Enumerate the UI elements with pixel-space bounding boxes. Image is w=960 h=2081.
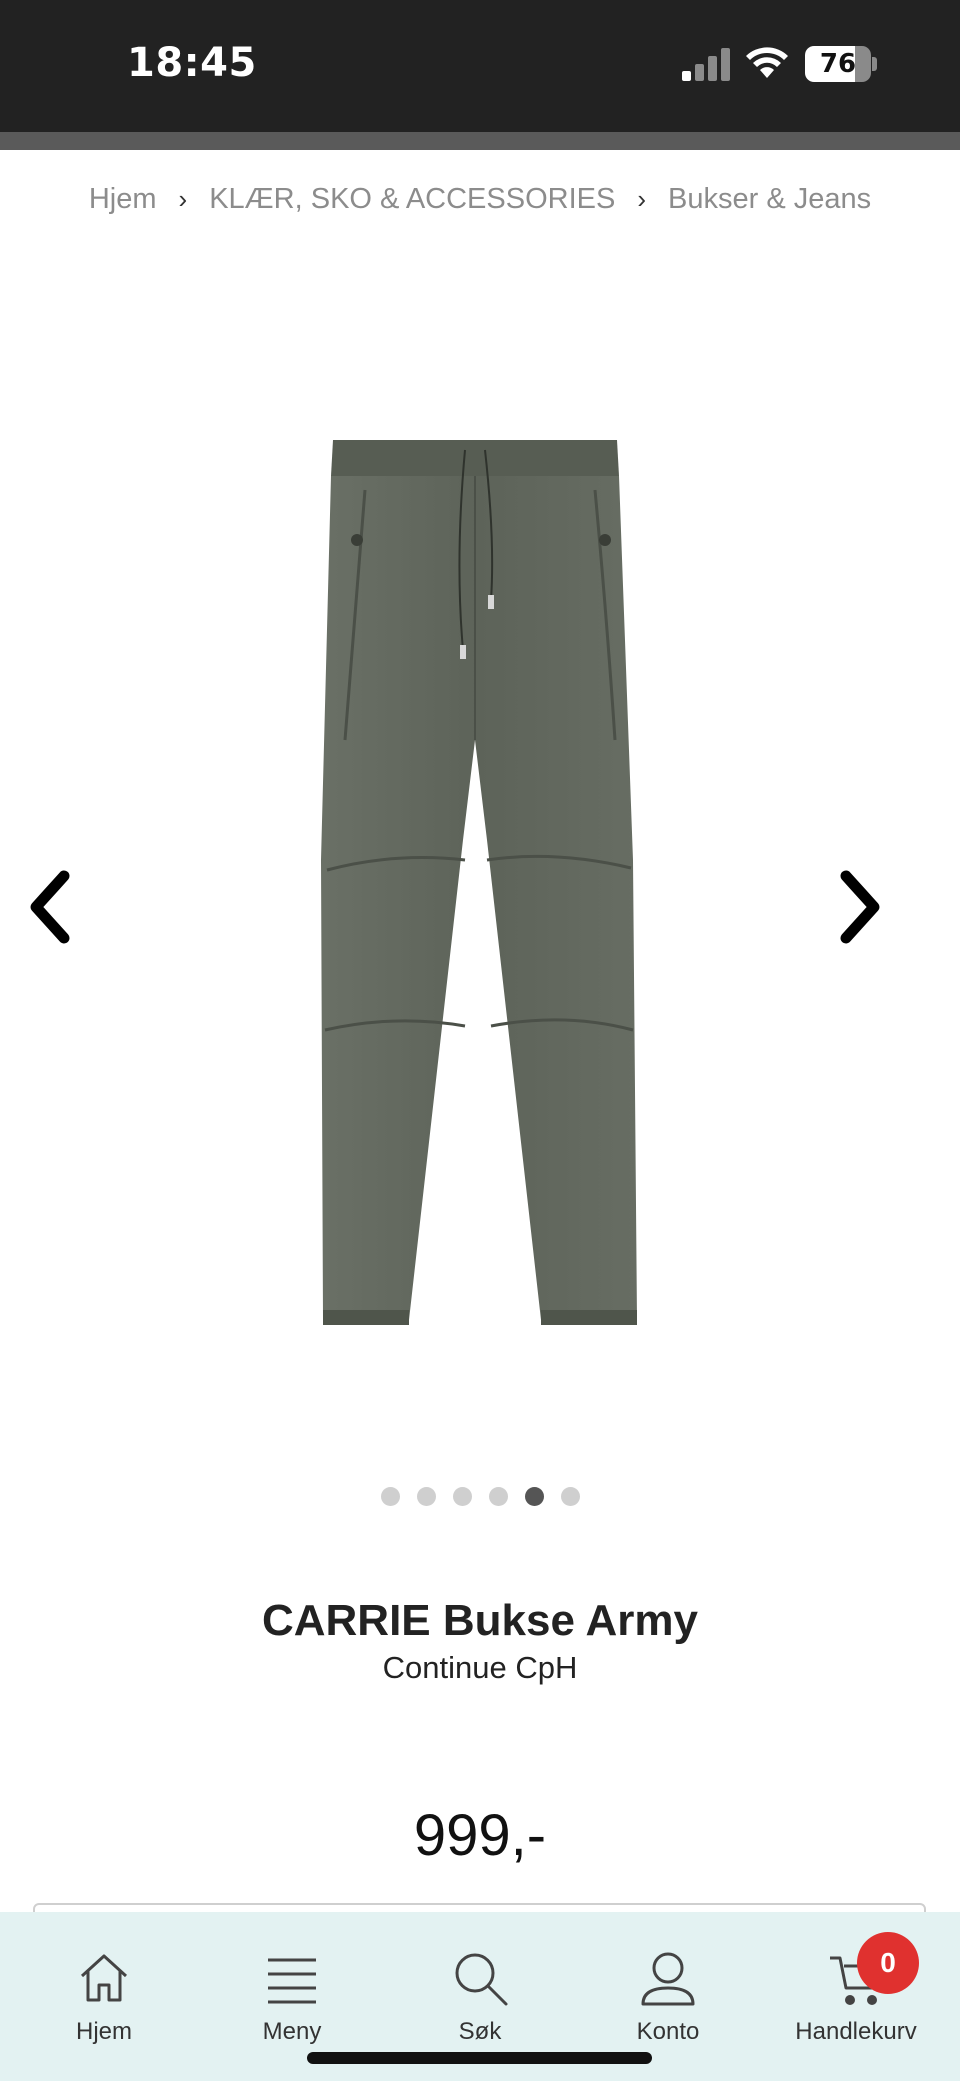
breadcrumb-separator: › [178, 183, 188, 214]
bottom-nav-label: Handlekurv [795, 2018, 917, 2045]
bottom-nav-cart[interactable]: 0 Handlekurv [762, 1912, 950, 2052]
breadcrumb-separator: › [637, 183, 647, 214]
carousel-dot[interactable] [416, 1487, 436, 1506]
product-price: 999,- [413, 1803, 547, 1868]
product-brand[interactable]: Continue CpH [0, 1650, 960, 1686]
wifi-icon [746, 47, 788, 78]
bottom-nav-label: Konto [636, 2018, 700, 2045]
carousel-dots [0, 1487, 960, 1507]
bottom-nav-menu[interactable]: Meny [198, 1912, 386, 2052]
header-strip [0, 132, 960, 150]
battery-level: 76 [819, 49, 857, 79]
cart-count-badge: 0 [857, 1932, 919, 1994]
battery-icon: 76 [805, 46, 877, 82]
product-image[interactable] [315, 440, 645, 1335]
carousel-dot[interactable] [524, 1487, 544, 1506]
cellular-signal-icon [682, 48, 730, 81]
previous-image-arrow-icon[interactable] [20, 862, 80, 952]
home-indicator [307, 2052, 652, 2064]
product-title: CARRIE Bukse Army [261, 1596, 699, 1645]
bottom-nav-label: Søk [458, 2018, 502, 2045]
status-time: 18:45 [127, 40, 257, 86]
menu-icon [268, 1958, 316, 2004]
bottom-nav-account[interactable]: Konto [574, 1912, 762, 2052]
breadcrumb: Hjem › KLÆR, SKO & ACCESSORIES › Bukser … [0, 176, 960, 222]
bottom-nav-label: Meny [262, 2018, 322, 2045]
status-bar: 18:45 76 [0, 0, 960, 132]
search-icon [455, 1953, 508, 2006]
carousel-dot[interactable] [488, 1487, 508, 1506]
next-image-arrow-icon[interactable] [830, 862, 890, 952]
carousel-dot[interactable] [380, 1487, 400, 1506]
carousel-dot[interactable] [452, 1487, 472, 1506]
bottom-nav-search[interactable]: Søk [386, 1912, 574, 2052]
breadcrumb-home[interactable]: Hjem [89, 183, 157, 216]
breadcrumb-subcategory[interactable]: Bukser & Jeans [668, 183, 871, 216]
product-image-carousel [0, 250, 960, 1510]
carousel-dot[interactable] [560, 1487, 580, 1506]
breadcrumb-category[interactable]: KLÆR, SKO & ACCESSORIES [209, 183, 615, 216]
bottom-nav-home[interactable]: Hjem [10, 1912, 198, 2052]
bottom-nav-label: Hjem [75, 2018, 132, 2045]
home-icon [80, 1954, 128, 2002]
user-icon [641, 1952, 695, 2006]
